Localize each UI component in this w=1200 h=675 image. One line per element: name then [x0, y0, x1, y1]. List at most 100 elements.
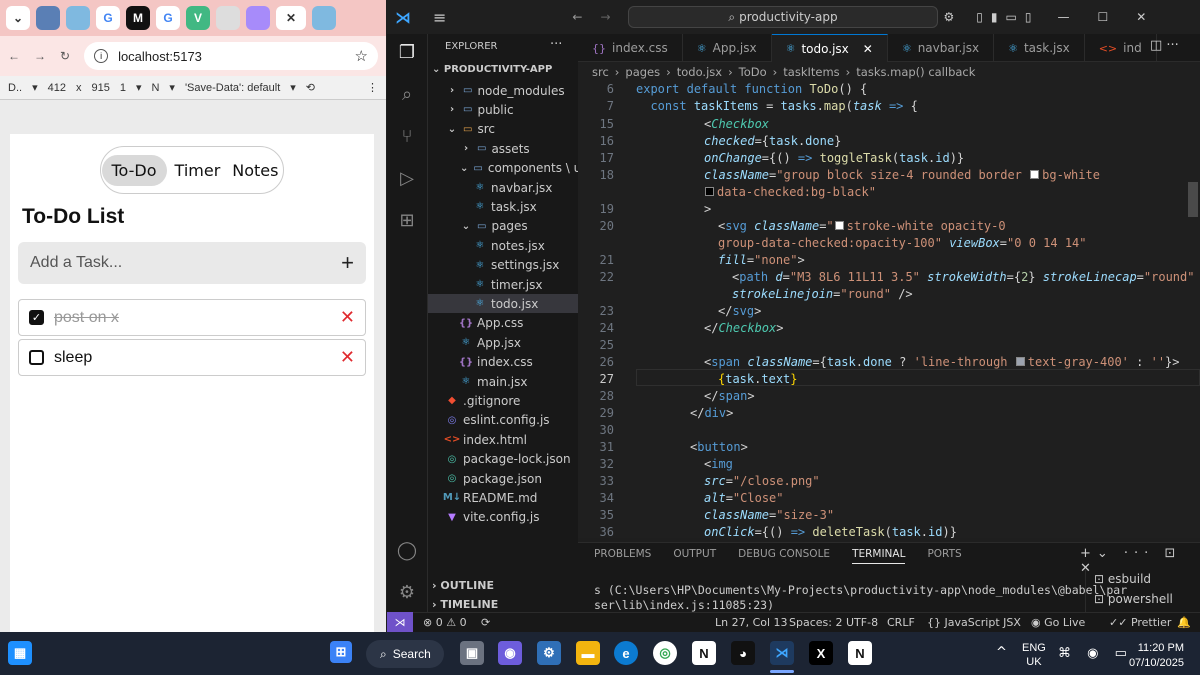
explorer-icon[interactable]: ❐ — [395, 40, 419, 64]
line-ending[interactable]: CRLF — [887, 616, 915, 629]
browser-tab[interactable]: V — [186, 6, 210, 30]
throttle-select[interactable]: N — [151, 82, 159, 94]
file-tree-item[interactable]: ◎ eslint.config.js — [428, 411, 578, 430]
close-tab-icon[interactable]: ✕ — [863, 42, 873, 56]
file-tree-item[interactable]: {} App.css — [428, 314, 578, 333]
breadcrumb-item[interactable]: ToDo — [739, 65, 767, 79]
edge-icon[interactable]: e — [614, 641, 638, 665]
editor-scrollbar[interactable] — [1188, 182, 1198, 217]
site-info-icon[interactable]: i — [94, 49, 109, 63]
breadcrumb-item[interactable]: todo.jsx — [677, 65, 722, 79]
width-input[interactable]: 412 — [48, 82, 66, 94]
panel-tab[interactable]: PROBLEMS — [594, 548, 651, 564]
browser-tab[interactable]: G — [96, 6, 120, 30]
outline-header[interactable]: › OUTLINE — [432, 579, 494, 592]
bookmark-star-icon[interactable]: ☆ — [355, 47, 368, 65]
file-tree-item[interactable]: ⚛ task.jsx — [428, 197, 578, 216]
nav-todo[interactable]: To-Do — [101, 154, 167, 186]
editor-tab[interactable]: ⚛ navbar.jsx — [888, 34, 995, 62]
extensions-icon[interactable]: ⊞ — [395, 208, 419, 232]
tray-icons[interactable]: ⌘ ◉ ▭ — [1058, 646, 1133, 661]
file-tree-item[interactable]: › ▭ assets — [428, 139, 578, 158]
prettier-button[interactable]: ✓✓ Prettier — [1109, 616, 1171, 629]
language-mode[interactable]: {} JavaScript JSX — [927, 616, 1021, 629]
file-tree-item[interactable]: › ▭ node_modules — [428, 81, 578, 100]
language-indicator[interactable]: ENG UK — [1022, 641, 1046, 669]
file-tree-item[interactable]: ⌄ ▭ pages — [428, 217, 578, 236]
file-tree-item[interactable]: ⚛ main.jsx — [428, 372, 578, 391]
rotate-icon[interactable]: ⟲ — [306, 81, 315, 94]
notion-icon[interactable]: N — [692, 641, 716, 665]
file-tree-item[interactable]: ▼ vite.config.js — [428, 508, 578, 527]
problems-status[interactable]: ⊗ 0 ⚠ 0 — [423, 616, 467, 629]
project-folder[interactable]: ⌄ PRODUCTIVITY-APP — [432, 64, 552, 75]
indentation[interactable]: Spaces: 2 — [789, 616, 842, 629]
breadcrumb-item[interactable]: pages — [625, 65, 660, 79]
file-tree-item[interactable]: ◎ package-lock.json — [428, 450, 578, 469]
task-view-icon[interactable]: ▣ — [460, 641, 484, 665]
code-editor[interactable]: 6 7 15 16 17 18 19 20 21 22 23 24 25 26 27 28 29 30 31 32 33… — [578, 82, 1200, 538]
notion-icon[interactable]: N — [848, 641, 872, 665]
zoom-select[interactable]: 1 — [120, 82, 126, 94]
panel-tab[interactable]: OUTPUT — [673, 548, 716, 564]
split-editor-icon[interactable]: ◫ ··· — [1150, 38, 1179, 53]
delete-task-icon[interactable]: ✕ — [340, 307, 355, 328]
manage-gear-icon[interactable]: ⚙ — [395, 580, 419, 604]
account-icon[interactable]: ◯ — [395, 538, 419, 562]
golive-button[interactable]: ◉ Go Live — [1031, 616, 1085, 629]
browser-tab[interactable] — [66, 6, 90, 30]
notifications-icon[interactable]: 🔔 — [1177, 616, 1191, 629]
add-task-input[interactable]: Add a Task... + — [18, 242, 366, 284]
github-icon[interactable]: ◕ — [731, 641, 755, 665]
file-tree-item[interactable]: › ▭ public — [428, 100, 578, 119]
window-close-icon[interactable]: ✕ — [1136, 10, 1146, 24]
device-select[interactable]: D.. — [8, 82, 22, 94]
panel-tab[interactable]: DEBUG CONSOLE — [738, 548, 830, 564]
file-tree-item[interactable]: ◆ .gitignore — [428, 391, 578, 410]
editor-tab[interactable]: {} index.css — [578, 34, 683, 62]
file-tree-item[interactable]: ◎ package.json — [428, 469, 578, 488]
tray-overflow-icon[interactable]: ^ — [996, 645, 1007, 660]
ports-icon[interactable]: ⟳ — [481, 616, 490, 629]
file-tree-item[interactable]: ⚛ App.jsx — [428, 333, 578, 352]
command-center-search[interactable]: ⌕ productivity-app — [628, 6, 938, 28]
task-checkbox[interactable] — [29, 350, 44, 365]
file-tree-item[interactable]: ⚛ timer.jsx — [428, 275, 578, 294]
remote-indicator[interactable]: ⋊ — [387, 612, 413, 632]
back-icon[interactable]: ← — [8, 49, 20, 63]
forward-icon[interactable]: → — [34, 49, 46, 63]
tab-search-button[interactable]: ⌄ — [6, 6, 30, 30]
reload-icon[interactable]: ↻ — [60, 49, 70, 63]
settings-icon[interactable]: ⚙ — [537, 641, 561, 665]
source-control-icon[interactable]: ⑂ — [395, 124, 419, 148]
editor-tab[interactable]: ⚛ todo.jsx ✕ — [771, 34, 888, 62]
browser-tab[interactable] — [246, 6, 270, 30]
browser-tab[interactable] — [36, 6, 60, 30]
layout-toggle-icons[interactable]: ▯▮▭▯ — [976, 10, 1039, 24]
panel-tab[interactable]: TERMINAL — [852, 548, 906, 564]
file-tree-item[interactable]: ⚛ todo.jsx — [428, 294, 578, 314]
minimize-icon[interactable]: — — [1057, 10, 1069, 24]
widgets-icon[interactable]: ▦ — [8, 641, 32, 665]
file-explorer-icon[interactable]: ▬ — [576, 641, 600, 665]
menu-icon[interactable]: ≡ — [433, 8, 446, 27]
breadcrumb-item[interactable]: src — [592, 65, 609, 79]
encoding[interactable]: UTF-8 — [846, 616, 878, 629]
breadcrumb-item[interactable]: taskItems — [783, 65, 839, 79]
file-tree-item[interactable]: ⚛ navbar.jsx — [428, 178, 578, 197]
search-icon[interactable]: ⌕ — [395, 82, 419, 106]
editor-tab[interactable]: ⚛ task.jsx — [994, 34, 1085, 62]
run-debug-icon[interactable]: ▷ — [395, 166, 419, 190]
nav-notes[interactable]: Notes — [228, 155, 282, 186]
task-checkbox-checked[interactable]: ✓ — [29, 310, 44, 325]
meet-icon[interactable]: ◉ — [498, 641, 522, 665]
nav-back-icon[interactable]: ← — [572, 10, 582, 24]
file-tree-item[interactable]: {} index.css — [428, 353, 578, 372]
copilot-icon[interactable]: ⚙ — [944, 10, 955, 24]
nav-timer[interactable]: Timer — [173, 155, 223, 186]
editor-tab[interactable]: <> ind — [1085, 34, 1157, 62]
terminal-output[interactable]: s (C:\Users\HP\Documents\My-Projects\pro… — [594, 583, 1127, 613]
browser-tab[interactable] — [216, 6, 240, 30]
panel-tab[interactable]: PORTS — [927, 548, 961, 564]
maximize-icon[interactable]: ☐ — [1097, 10, 1108, 24]
